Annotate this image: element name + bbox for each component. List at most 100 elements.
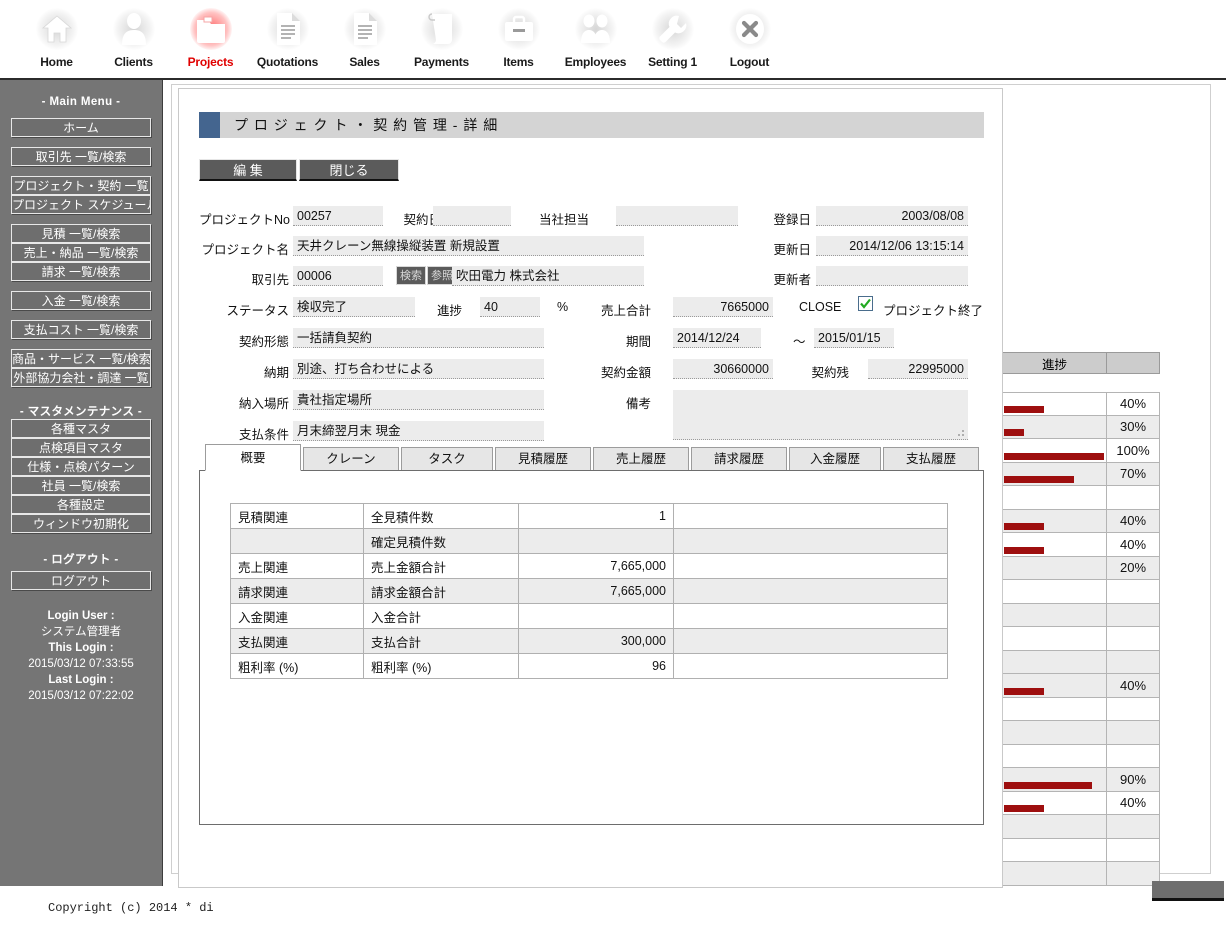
nav-item-setting-1[interactable]: Setting 1 <box>634 0 711 69</box>
progress-bar-cell <box>1003 627 1107 650</box>
client-name-field[interactable]: 吹田電力 株式会社 <box>452 266 644 286</box>
progress-percent <box>1107 651 1159 674</box>
progress-percent <box>1107 815 1159 838</box>
close-circle-icon <box>727 6 773 52</box>
sidebar-item-logout[interactable]: ログアウト <box>11 571 151 590</box>
progress-percent <box>1107 745 1159 768</box>
contract-type-field[interactable]: 一括請負契約 <box>293 328 544 348</box>
tab-0[interactable]: 概要 <box>205 444 301 471</box>
progress-bar-cell <box>1003 439 1107 462</box>
project-name-label: プロジェクト名 <box>201 243 289 257</box>
sidebar-item-2-0[interactable]: プロジェクト・契約 一覧 <box>11 176 151 195</box>
sidebar-item-2-1[interactable]: プロジェクト スケジュール <box>11 195 151 214</box>
contract-date-field[interactable] <box>433 206 511 226</box>
sidebar-item-4-0[interactable]: 入金 一覧/検索 <box>11 291 151 310</box>
tab-5[interactable]: 請求履歴 <box>691 447 787 471</box>
summary-category: 粗利率 (%) <box>230 653 364 679</box>
period-from-field[interactable]: 2014/12/24 <box>673 328 761 348</box>
page-bottom-button[interactable] <box>1152 881 1224 901</box>
close-button[interactable]: 閉じる <box>299 159 399 181</box>
contract-amount-field[interactable]: 30660000 <box>673 359 773 379</box>
sidebar-master-item-1[interactable]: 点検項目マスタ <box>11 438 151 457</box>
nav-item-payments[interactable]: Payments <box>403 0 480 69</box>
status-field[interactable]: 検収完了 <box>293 297 415 317</box>
sidebar-master-item-4[interactable]: 各種設定 <box>11 495 151 514</box>
client-code-field[interactable]: 00006 <box>293 266 383 286</box>
progress-percent: 100% <box>1116 442 1150 458</box>
payment-terms-field[interactable]: 月末締翌月末 現金 <box>293 421 544 441</box>
tab-3[interactable]: 見積履歴 <box>495 447 591 471</box>
remarks-textarea[interactable] <box>673 390 968 440</box>
progress-percent <box>1107 486 1159 509</box>
sidebar-item-5-0[interactable]: 支払コスト 一覧/検索 <box>11 320 151 339</box>
period-label: 期間 <box>625 335 651 349</box>
nav-item-logout[interactable]: Logout <box>711 0 788 69</box>
sidebar-master-item-3[interactable]: 社員 一覧/検索 <box>11 476 151 495</box>
progress-row: 20% <box>1002 556 1160 580</box>
nav-item-sales[interactable]: Sales <box>326 0 403 69</box>
project-no-field[interactable]: 00257 <box>293 206 383 226</box>
tab-6[interactable]: 入金履歴 <box>789 447 881 471</box>
nav-item-employees[interactable]: Employees <box>557 0 634 69</box>
progress-row <box>1002 744 1160 768</box>
nav-item-items[interactable]: Items <box>480 0 557 69</box>
updater-field[interactable] <box>816 266 968 286</box>
summary-extra <box>673 603 948 629</box>
contract-balance-field[interactable]: 22995000 <box>868 359 968 379</box>
edit-button[interactable]: 編 集 <box>199 159 297 181</box>
summary-value: 96 <box>518 653 674 679</box>
progress-bar-cell <box>1003 462 1107 485</box>
tab-2[interactable]: タスク <box>401 447 493 471</box>
progress-header-blank <box>1107 353 1159 373</box>
tab-1[interactable]: クレーン <box>303 447 399 471</box>
project-name-field[interactable]: 天井クレーン無線操縦装置 新規設置 <box>293 236 644 256</box>
period-to-field[interactable]: 2015/01/15 <box>814 328 894 348</box>
delivery-field[interactable]: 別途、打ち合わせによる <box>293 359 544 379</box>
progress-rows: 40% 30% 100% 70% 40% 40% 20% 40% 90% 40% <box>1002 392 1160 886</box>
summary-item: 請求金額合計 <box>363 578 519 604</box>
sidebar-item-3-0[interactable]: 見積 一覧/検索 <box>11 224 151 243</box>
progress-bar-cell <box>1003 721 1107 744</box>
progress-field[interactable]: 40 <box>480 297 540 317</box>
sidebar-master-item-2[interactable]: 仕様・点検パターン <box>11 457 151 476</box>
our-staff-field[interactable] <box>616 206 738 226</box>
sidebar-item-6-0[interactable]: 商品・サービス 一覧/検索 <box>11 349 151 368</box>
nav-item-quotations[interactable]: Quotations <box>249 0 326 69</box>
nav-item-projects[interactable]: Projects <box>172 0 249 69</box>
summary-category: 売上関連 <box>230 553 364 579</box>
sidebar-item-0-0[interactable]: ホーム <box>11 118 151 137</box>
progress-percent: 40% <box>1119 677 1147 693</box>
reg-date-field[interactable]: 2003/08/08 <box>816 206 968 226</box>
progress-bar-cell <box>1003 580 1107 603</box>
nav-label: Sales <box>349 55 380 69</box>
summary-category: 見積関連 <box>230 503 364 529</box>
client-label: 取引先 <box>251 273 289 287</box>
tab-4[interactable]: 売上履歴 <box>593 447 689 471</box>
progress-row <box>1002 627 1160 651</box>
progress-bar-cell <box>1003 393 1107 415</box>
sidebar-item-3-2[interactable]: 請求 一覧/検索 <box>11 262 151 281</box>
summary-category <box>230 528 364 554</box>
nav-item-home[interactable]: Home <box>18 0 95 69</box>
nav-item-clients[interactable]: Clients <box>95 0 172 69</box>
sidebar-item-6-1[interactable]: 外部協力会社・調達 一覧 <box>11 368 151 387</box>
summary-value: 1 <box>518 503 674 529</box>
table-row: 支払関連 支払合計 300,000 <box>230 628 948 654</box>
progress-row <box>1002 580 1160 604</box>
login-user-label: Login User : <box>47 610 115 622</box>
summary-extra <box>673 553 948 579</box>
sidebar-item-1-0[interactable]: 取引先 一覧/検索 <box>11 147 151 166</box>
summary-item: 入金合計 <box>363 603 519 629</box>
close-checkbox[interactable] <box>858 296 873 311</box>
modal-action-buttons: 編 集 閉じる <box>199 159 984 181</box>
upd-date-field[interactable]: 2014/12/06 13:15:14 <box>816 236 968 256</box>
sidebar-master-item-0[interactable]: 各種マスタ <box>11 419 151 438</box>
sales-total-field[interactable]: 7665000 <box>673 297 773 317</box>
progress-bar-cell <box>1003 509 1107 532</box>
client-search-button[interactable]: 検索 <box>396 266 426 285</box>
delivery-place-field[interactable]: 貴社指定場所 <box>293 390 544 410</box>
sidebar-master-item-5[interactable]: ウィンドウ初期化 <box>11 514 151 533</box>
sidebar-item-3-1[interactable]: 売上・納品 一覧/検索 <box>11 243 151 262</box>
tab-7[interactable]: 支払履歴 <box>883 447 979 471</box>
tab-panel-overview: 見積関連 全見積件数 1 確定見積件数 売上関連 売上金額合計 7,665,000 請求関連請… <box>199 470 984 825</box>
